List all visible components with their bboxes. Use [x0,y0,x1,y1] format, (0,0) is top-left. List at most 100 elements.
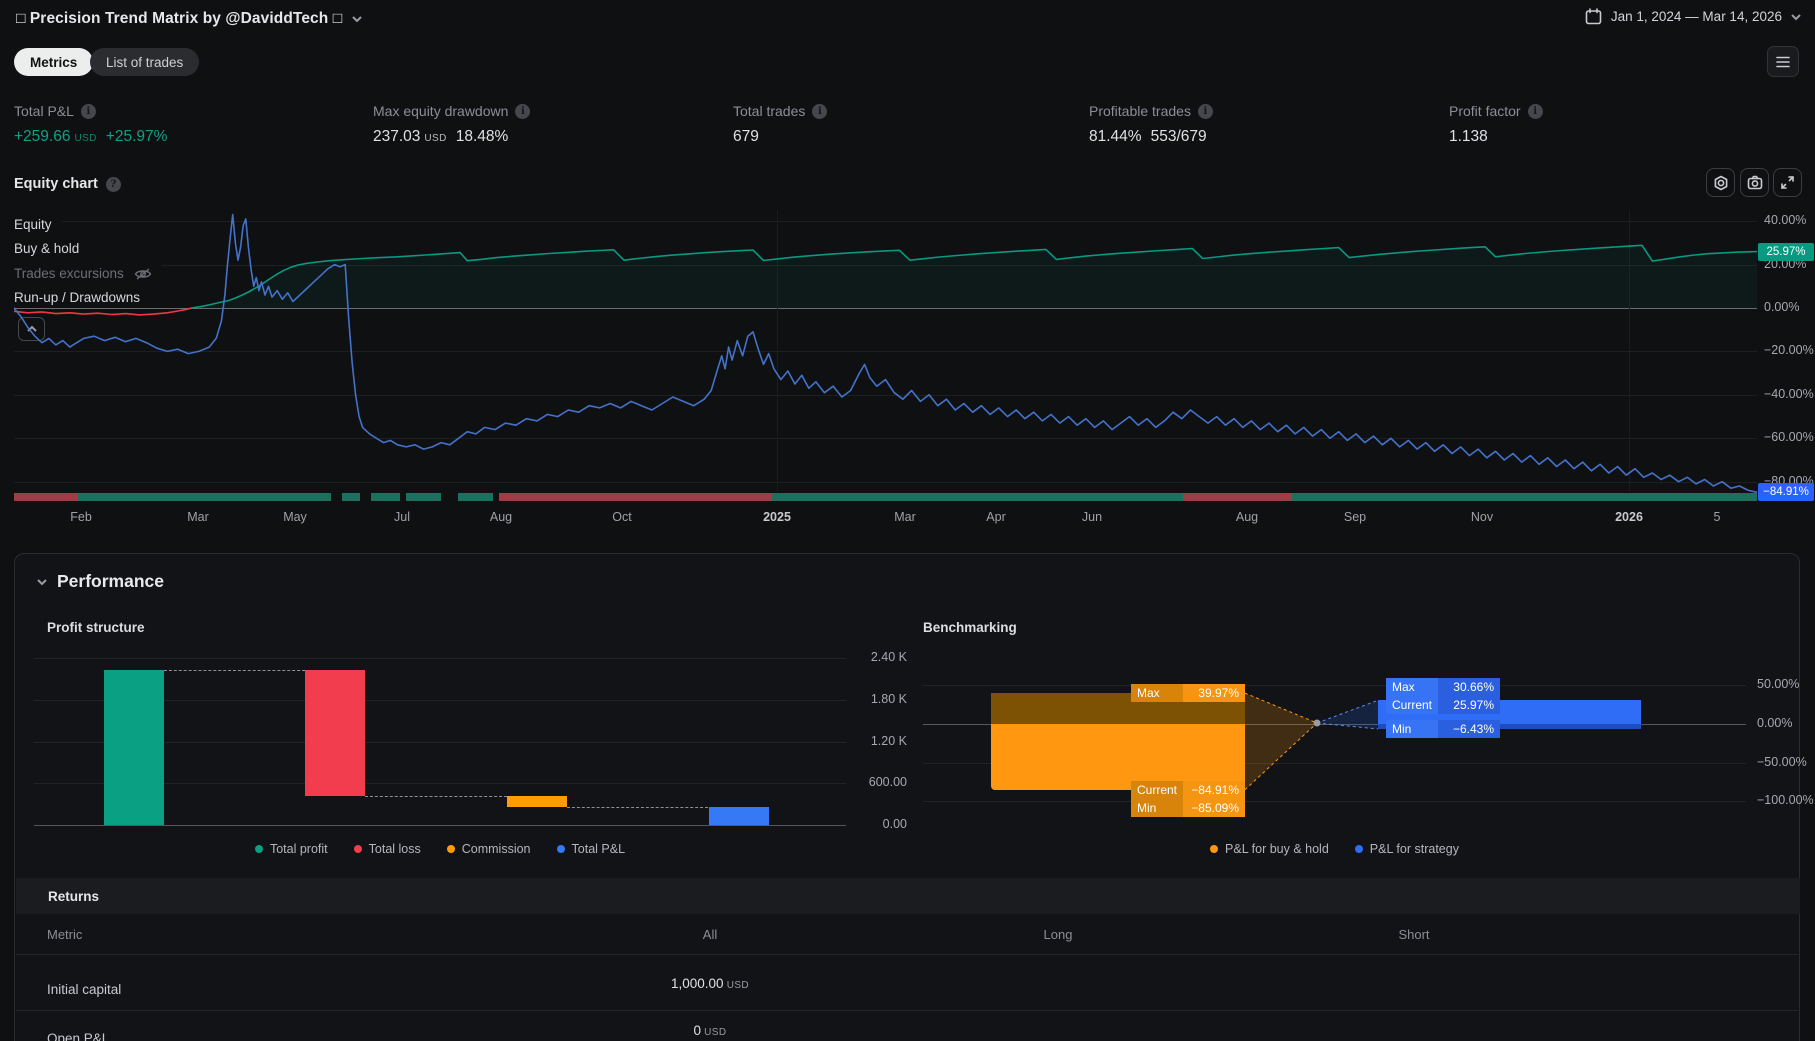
equity-negative-line [14,307,193,316]
currency-suffix: USD [701,1027,727,1038]
strategy-tester-screen: □ Precision Trend Matrix by @DaviddTech … [0,0,1815,1041]
chevron-down-icon[interactable] [352,14,362,24]
returns-table: Metric All Long Short Initial capital 1,000.0… [15,554,1801,1041]
gear-icon [1714,175,1727,190]
x-axis-label: Aug [1235,510,1259,524]
metric-label: Profit factor [1449,103,1521,119]
top-bar: □ Precision Trend Matrix by @DaviddTech … [0,0,1815,42]
returns-column-header-all: All [702,927,718,942]
equity-series-svg [14,213,1757,494]
strip-segment-green [341,493,360,501]
equity-chart: 40.00% 20.00% 0.00% −20.00% −40.00% −60.00% −8… [0,205,1815,555]
y-axis-label: 40.00% [1764,213,1807,228]
y-axis-label: −40.00% [1764,386,1814,401]
legend-item-buy-hold[interactable]: Buy & hold [14,239,90,258]
strip-segment-red [14,493,78,501]
strategy-title-menu[interactable]: □ Precision Trend Matrix by @DaviddTech … [16,10,362,28]
x-axis-label: Sep [1343,510,1367,524]
hamburger-icon [1776,56,1790,67]
strip-segment-green [370,493,401,501]
returns-row-label: Initial capital [47,982,122,997]
strip-segment-green [406,493,442,501]
maximize-button[interactable] [1773,168,1802,197]
metric-extra-value: +25.97% [105,128,168,145]
legend-item-equity[interactable]: Equity [14,215,62,234]
x-axis-label: Jun [1081,510,1103,524]
metric-value: 81.44% [1089,128,1142,145]
legend-label: Trades excursions [14,266,124,281]
returns-row-value: 0 USD [693,1023,726,1038]
layout-menu-button[interactable] [1767,46,1799,77]
currency-suffix: USD [723,980,750,991]
metric-extra-value: 553/679 [1150,128,1207,145]
metric-value: 1.138 [1449,128,1488,145]
eye-off-icon[interactable] [134,267,152,281]
chart-settings-button[interactable] [1706,168,1735,197]
metric-label: Total P&L [14,103,74,119]
legend-item-trades-excursions[interactable]: Trades excursions [14,264,162,283]
date-range-label: Jan 1, 2024 — Mar 14, 2026 [1610,9,1782,24]
legend-label: Buy & hold [14,241,80,256]
date-range-picker[interactable]: Jan 1, 2024 — Mar 14, 2026 [1585,8,1801,25]
x-axis-label: Jul [394,510,410,524]
strip-segment-green [772,493,1183,501]
camera-icon [1747,175,1762,190]
info-icon[interactable]: i [80,103,96,119]
returns-column-header-long: Long [1043,927,1073,942]
info-icon[interactable]: i [812,103,828,119]
tab-metrics[interactable]: Metrics [14,48,94,76]
x-axis-label: Mar [894,510,916,524]
metric-total-p-l: Total P&L i +259.66 USD +25.97% [14,103,167,146]
metric-label: Max equity drawdown [373,103,509,119]
strip-segment-green [1291,493,1757,501]
metric-max-equity-drawdown: Max equity drawdown i 237.03 USD 18.48% [373,103,531,146]
returns-row-value: 1,000.00 USD [671,976,749,991]
performance-panel: Performance Profit structure Benchmarkin… [14,553,1814,1041]
x-axis-label: Mar [187,510,209,524]
metric-profit-factor: Profit factor i 1.138 [1449,103,1543,146]
x-axis-label: Feb [70,510,92,524]
returns-row-label: Open P&L [47,1031,110,1041]
returns-column-header-short: Short [1398,927,1430,942]
metric-value: +259.66 [14,128,71,145]
strip-segment-red [499,493,773,501]
help-icon[interactable]: ? [105,176,121,192]
value-number: 0 [693,1023,702,1038]
metric-label: Profitable trades [1089,103,1191,119]
x-axis-label: Nov [1470,510,1494,524]
equity-chart-header: Equity chart ? [14,176,121,192]
expand-icon [1781,176,1794,189]
currency-suffix: USD [424,133,447,144]
strip-segment-green [457,493,493,501]
strip-segment-red [1183,493,1292,501]
currency-suffix: USD [74,133,97,144]
price-badge: 25.97% [1758,243,1814,261]
strip-segment-green [77,493,332,501]
x-axis-label: Apr [986,510,1006,524]
legend-label: Equity [14,217,52,232]
row-divider [16,954,1800,955]
snapshot-button[interactable] [1740,168,1769,197]
tab-list-of-trades[interactable]: List of trades [90,48,200,76]
page-title: □ Precision Trend Matrix by @DaviddTech … [16,10,343,27]
value-number: 1,000.00 [670,976,724,991]
x-axis-label: Aug [489,510,513,524]
info-icon[interactable]: i [515,103,531,119]
x-axis-label: 5 [1713,510,1721,524]
metric-label: Total trades [733,103,806,119]
info-icon[interactable]: i [1527,103,1543,119]
legend-item-run-up-drawdowns[interactable]: Run-up / Drawdowns [14,288,151,307]
info-icon[interactable]: i [1197,103,1213,119]
metric-profitable-trades: Profitable trades i 81.44% 553/679 [1089,103,1213,146]
x-axis-label: 2026 [1615,510,1643,524]
metric-extra-value: 18.48% [455,128,509,145]
price-badge: −84.91% [1758,483,1814,501]
x-axis-label: 2025 [763,510,791,524]
metric-value: 237.03 [373,128,421,145]
y-axis-label: 0.00% [1764,300,1800,314]
chevron-down-icon [1791,13,1801,20]
returns-column-header-metric: Metric [47,927,83,942]
metric-total-trades: Total trades i 679 [733,103,828,146]
x-axis-label: May [283,510,307,524]
calendar-icon [1585,8,1602,25]
